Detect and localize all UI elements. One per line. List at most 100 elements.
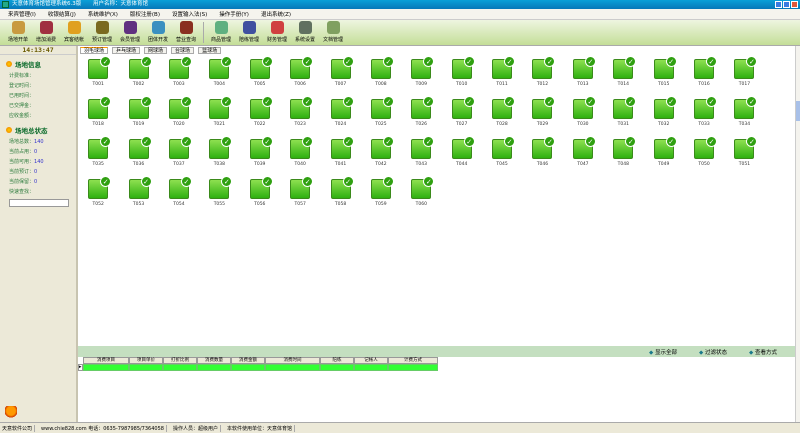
- court-tile[interactable]: ✓ T029: [522, 96, 562, 132]
- court-tile[interactable]: ✓ T030: [563, 96, 603, 132]
- column-header[interactable]: 陪练: [320, 357, 354, 364]
- tab-court-type[interactable]: 网球场: [144, 47, 168, 54]
- court-tile[interactable]: ✓ T019: [118, 96, 158, 132]
- tab-court-type[interactable]: 台球场: [171, 47, 195, 54]
- table-cell[interactable]: [83, 364, 129, 371]
- court-tile[interactable]: ✓ T058: [320, 176, 360, 212]
- court-tile[interactable]: ✓ T033: [684, 96, 724, 132]
- court-tile[interactable]: ✓ T044: [442, 136, 482, 172]
- court-tile[interactable]: ✓ T016: [684, 56, 724, 92]
- table-cell[interactable]: [265, 364, 320, 371]
- scrollbar[interactable]: [795, 46, 800, 422]
- table-cell[interactable]: [388, 364, 438, 371]
- court-tile[interactable]: ✓ T022: [240, 96, 280, 132]
- court-tile[interactable]: ✓ T004: [199, 56, 239, 92]
- toolbar-button[interactable]: 营业查询: [172, 20, 200, 45]
- court-tile[interactable]: ✓ T035: [78, 136, 118, 172]
- column-header[interactable]: 项目单价: [129, 357, 163, 364]
- court-tile[interactable]: ✓ T040: [280, 136, 320, 172]
- toolbar-button[interactable]: 文档管理: [319, 20, 347, 45]
- table-cell[interactable]: [354, 364, 388, 371]
- court-tile[interactable]: ✓ T003: [159, 56, 199, 92]
- close-button[interactable]: [791, 1, 798, 8]
- toolbar-button[interactable]: 会员管理: [116, 20, 144, 45]
- court-tile[interactable]: ✓ T050: [684, 136, 724, 172]
- court-tile[interactable]: ✓ T017: [724, 56, 764, 92]
- court-tile[interactable]: ✓ T007: [320, 56, 360, 92]
- toolbar-button[interactable]: 商品管理: [207, 20, 235, 45]
- court-tile[interactable]: ✓ T002: [118, 56, 158, 92]
- scroll-thumb[interactable]: [796, 101, 800, 121]
- court-tile[interactable]: ✓ T042: [361, 136, 401, 172]
- court-tile[interactable]: ✓ T056: [240, 176, 280, 212]
- table-cell[interactable]: [231, 364, 265, 371]
- toolbar-button[interactable]: 增加消费: [32, 20, 60, 45]
- menu-item[interactable]: 操作手册(Y): [219, 10, 249, 18]
- column-header[interactable]: 消费项目: [83, 357, 129, 364]
- court-tile[interactable]: ✓ T010: [442, 56, 482, 92]
- court-tile[interactable]: ✓ T006: [280, 56, 320, 92]
- menu-item[interactable]: 收银结算(J): [48, 10, 76, 18]
- menu-item[interactable]: 来宾管理(I): [8, 10, 36, 18]
- menu-item[interactable]: 退出系统(Z): [261, 10, 291, 18]
- minimize-button[interactable]: [775, 1, 782, 8]
- court-tile[interactable]: ✓ T060: [401, 176, 441, 212]
- court-tile[interactable]: ✓ T026: [401, 96, 441, 132]
- table-cell[interactable]: [320, 364, 354, 371]
- court-tile[interactable]: ✓ T031: [603, 96, 643, 132]
- court-tile[interactable]: ✓ T032: [643, 96, 683, 132]
- court-tile[interactable]: ✓ T053: [118, 176, 158, 212]
- court-tile[interactable]: ✓ T012: [522, 56, 562, 92]
- court-tile[interactable]: ✓ T039: [240, 136, 280, 172]
- court-tile[interactable]: ✓ T001: [78, 56, 118, 92]
- court-tile[interactable]: ✓ T023: [280, 96, 320, 132]
- court-tile[interactable]: ✓ T041: [320, 136, 360, 172]
- court-tile[interactable]: ✓ T020: [159, 96, 199, 132]
- toolbar-button[interactable]: 团体开发: [144, 20, 172, 45]
- tab-court-type[interactable]: 篮球场: [198, 47, 222, 54]
- column-header[interactable]: 记帐人: [354, 357, 388, 364]
- toolbar-button[interactable]: 宾客结帐: [60, 20, 88, 45]
- court-tile[interactable]: ✓ T049: [643, 136, 683, 172]
- court-tile[interactable]: ✓ T052: [78, 176, 118, 212]
- court-tile[interactable]: ✓ T005: [240, 56, 280, 92]
- column-header[interactable]: 消费金额: [231, 357, 265, 364]
- filter-button[interactable]: 过滤状态: [699, 348, 727, 356]
- court-tile[interactable]: ✓ T021: [199, 96, 239, 132]
- court-tile[interactable]: ✓ T008: [361, 56, 401, 92]
- court-tile[interactable]: ✓ T034: [724, 96, 764, 132]
- menu-item[interactable]: 系统维护(X): [88, 10, 118, 18]
- court-tile[interactable]: ✓ T046: [522, 136, 562, 172]
- court-tile[interactable]: ✓ T028: [482, 96, 522, 132]
- table-cell[interactable]: [197, 364, 231, 371]
- court-tile[interactable]: ✓ T051: [724, 136, 764, 172]
- court-tile[interactable]: ✓ T047: [563, 136, 603, 172]
- court-tile[interactable]: ✓ T011: [482, 56, 522, 92]
- court-tile[interactable]: ✓ T057: [280, 176, 320, 212]
- menu-item[interactable]: 版权注册(B): [130, 10, 160, 18]
- court-tile[interactable]: ✓ T015: [643, 56, 683, 92]
- quick-search-input[interactable]: [9, 199, 69, 207]
- court-tile[interactable]: ✓ T027: [442, 96, 482, 132]
- toolbar-button[interactable]: 陪练管理: [235, 20, 263, 45]
- court-tile[interactable]: ✓ T009: [401, 56, 441, 92]
- filter-button[interactable]: 显示全部: [649, 348, 677, 356]
- toolbar-button[interactable]: 财务管理: [263, 20, 291, 45]
- column-header[interactable]: 计费方式: [388, 357, 438, 364]
- maximize-button[interactable]: [783, 1, 790, 8]
- menu-item[interactable]: 设置输入法(S): [172, 10, 207, 18]
- court-tile[interactable]: ✓ T045: [482, 136, 522, 172]
- filter-button[interactable]: 查看方式: [749, 348, 777, 356]
- court-tile[interactable]: ✓ T018: [78, 96, 118, 132]
- court-tile[interactable]: ✓ T036: [118, 136, 158, 172]
- court-tile[interactable]: ✓ T054: [159, 176, 199, 212]
- toolbar-button[interactable]: 系统设置: [291, 20, 319, 45]
- table-cell[interactable]: [129, 364, 163, 371]
- toolbar-button[interactable]: 预订管理: [88, 20, 116, 45]
- court-tile[interactable]: ✓ T043: [401, 136, 441, 172]
- court-tile[interactable]: ✓ T025: [361, 96, 401, 132]
- tab-court-type[interactable]: 乒乓球场: [112, 47, 141, 54]
- court-tile[interactable]: ✓ T059: [361, 176, 401, 212]
- column-header[interactable]: 消费时间: [265, 357, 320, 364]
- court-tile[interactable]: ✓ T048: [603, 136, 643, 172]
